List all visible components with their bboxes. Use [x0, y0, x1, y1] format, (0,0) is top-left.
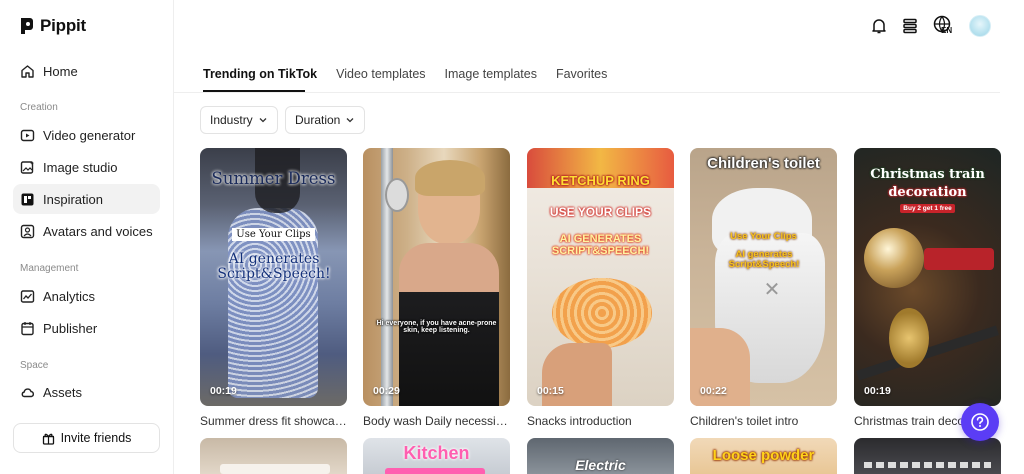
overlay-badge: Buy 2 get 1 free: [900, 204, 955, 213]
sidebar-item-inspiration[interactable]: Inspiration: [13, 184, 160, 214]
sidebar-item-image-studio[interactable]: Image studio: [13, 152, 160, 182]
overlay-subtitle: Hi everyone, if you have acne-prone skin…: [376, 320, 497, 335]
template-card[interactable]: Hi everyone, if you have acne-prone skin…: [363, 148, 510, 428]
video-duration: 00:19: [864, 385, 891, 397]
invite-label: Invite friends: [60, 431, 132, 445]
sidebar-item-label: Image studio: [43, 159, 118, 175]
section-label-space: Space: [20, 360, 49, 371]
subscription-button[interactable]: [899, 15, 921, 37]
avatar-voice-icon: [20, 224, 35, 239]
app-name: Pippit: [40, 16, 87, 35]
chevron-down-icon: [346, 118, 354, 123]
template-caption: Summer dress fit showcase: [200, 414, 347, 428]
overlay-subtitle: Use Your Clips: [232, 228, 315, 241]
bell-icon: [872, 19, 886, 34]
overlay-subtitle: decoration: [888, 185, 967, 200]
template-card[interactable]: Loose powder: [690, 438, 837, 474]
notifications-button[interactable]: [868, 15, 890, 37]
overlay-title: Kitchen: [403, 443, 470, 463]
video-duration: 00:29: [373, 385, 400, 397]
chevron-down-icon: [259, 118, 267, 123]
template-card[interactable]: Summer Dress Use Your Clips AI generates…: [200, 148, 347, 428]
gift-icon: [42, 433, 54, 445]
tab-image-templates[interactable]: Image templates: [445, 67, 537, 91]
overlay-text: AI generates Script&Speech!: [217, 251, 331, 282]
overlay-subtitle: Use Your Clips: [730, 231, 797, 242]
sidebar-item-video-generator[interactable]: Video generator: [13, 120, 160, 150]
template-card[interactable]: ✕ Children's toilet Use Your Clips AI ge…: [690, 148, 837, 428]
tab-video-templates[interactable]: Video templates: [336, 67, 425, 91]
overlay-title: Loose powder: [712, 447, 815, 464]
template-thumbnail[interactable]: KETCHUP RING USE YOUR CLIPS AI GENERATES…: [527, 148, 674, 406]
analytics-icon: [20, 289, 35, 304]
template-thumbnail[interactable]: Hi everyone, if you have acne-prone skin…: [363, 148, 510, 406]
filter-label: Duration: [295, 113, 341, 127]
template-card[interactable]: Kitchen: [363, 438, 510, 474]
template-thumbnail[interactable]: ✕ Children's toilet Use Your Clips AI ge…: [690, 148, 837, 406]
cloud-icon: [20, 385, 35, 400]
sidebar-item-label: Analytics: [43, 288, 96, 304]
sidebar-item-label: Assets: [43, 384, 83, 400]
template-card[interactable]: KETCHUP RING USE YOUR CLIPS AI GENERATES…: [527, 148, 674, 428]
question-icon: [971, 413, 989, 431]
overlay-subtitle: USE YOUR CLIPS: [549, 205, 652, 219]
app-logo[interactable]: Pippit: [20, 16, 86, 36]
sidebar-item-assets[interactable]: Assets: [13, 377, 160, 407]
inspiration-icon: [20, 192, 35, 207]
overlay-title: KETCHUP RING: [551, 173, 650, 188]
sidebar-item-home[interactable]: Home: [13, 56, 160, 86]
pippit-logo-icon: [21, 18, 33, 34]
calendar-icon: [20, 321, 35, 336]
language-code: EN: [941, 26, 953, 35]
sidebar-item-label: Video generator: [43, 127, 136, 143]
template-card[interactable]: Electric: [527, 438, 674, 474]
stack-icon: [903, 18, 917, 34]
filter-label: Industry: [210, 113, 253, 127]
sidebar-item-label: Home: [43, 63, 78, 79]
template-thumbnail[interactable]: Christmas train decoration Buy 2 get 1 f…: [854, 148, 1001, 406]
section-label-management: Management: [20, 263, 79, 274]
video-duration: 00:15: [537, 385, 564, 397]
section-label-creation: Creation: [20, 102, 58, 113]
video-generator-icon: [20, 128, 35, 143]
tab-trending-on-tiktok[interactable]: Trending on TikTok: [203, 67, 317, 91]
invite-friends-button[interactable]: Invite friends: [13, 423, 160, 453]
template-card[interactable]: [854, 438, 1001, 474]
overlay-text: AI GENERATES SCRIPT&SPEECH!: [551, 233, 650, 257]
template-caption: Snacks introduction: [527, 414, 632, 428]
sidebar-item-publisher[interactable]: Publisher: [13, 313, 160, 343]
overlay-title: Summer Dress: [211, 169, 336, 188]
duration-filter-dropdown[interactable]: Duration: [285, 106, 366, 134]
sidebar-item-label: Inspiration: [43, 191, 103, 207]
template-tabs: Trending on TikTok Video templates Image…: [203, 67, 607, 91]
video-duration: 00:22: [700, 385, 727, 397]
overlay-title: Children's toilet: [707, 155, 820, 172]
template-card[interactable]: [200, 438, 347, 474]
template-caption: Body wash Daily necessiti...: [363, 414, 510, 428]
overlay-title: Electric: [575, 457, 626, 473]
tab-favorites[interactable]: Favorites: [556, 67, 607, 91]
tabs-divider: [174, 92, 1000, 93]
video-duration: 00:19: [210, 385, 237, 397]
user-avatar[interactable]: [969, 15, 991, 37]
industry-filter-dropdown[interactable]: Industry: [200, 106, 278, 134]
sidebar-item-avatars-and-voices[interactable]: Avatars and voices: [13, 216, 160, 246]
template-caption: Children's toilet intro: [690, 414, 799, 428]
help-button[interactable]: [961, 403, 999, 441]
image-studio-icon: [20, 160, 35, 175]
home-icon: [20, 64, 35, 79]
template-card[interactable]: Christmas train decoration Buy 2 get 1 f…: [854, 148, 1001, 428]
sidebar: Pippit Home Creation Video generator Ima…: [0, 0, 174, 474]
sidebar-item-label: Avatars and voices: [43, 223, 153, 239]
overlay-title: Christmas train: [870, 167, 985, 182]
sidebar-item-analytics[interactable]: Analytics: [13, 281, 160, 311]
template-thumbnail[interactable]: Summer Dress Use Your Clips AI generates…: [200, 148, 347, 406]
overlay-text: AI generates Script&Speech!: [728, 249, 800, 270]
sidebar-item-label: Publisher: [43, 320, 98, 336]
